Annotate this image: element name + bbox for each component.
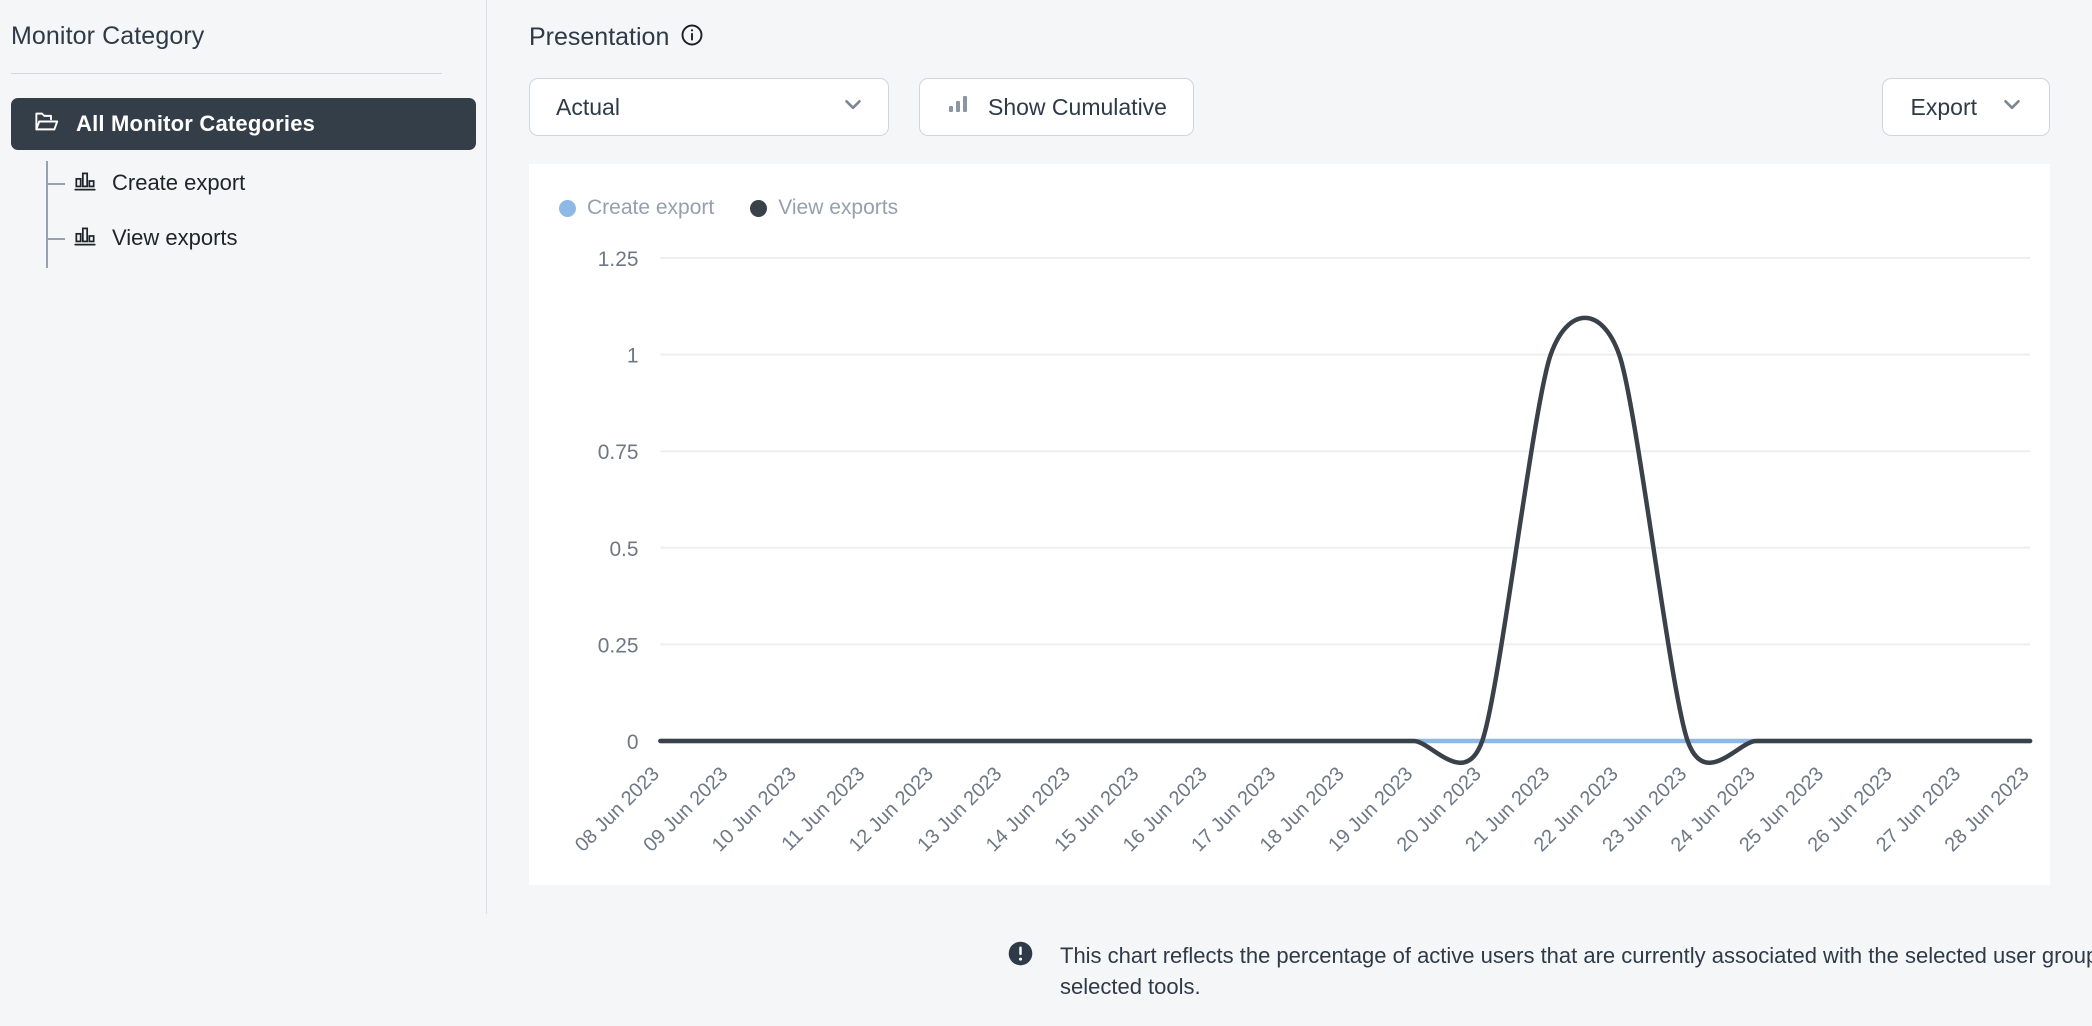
sidebar-item-label: Create export — [112, 170, 246, 195]
chart-plot-area: 0 0.25 0.5 0.75 1 1.25 08 Jun 2023 09 Jun 2023 1… — [529, 236, 2050, 885]
legend-color-swatch — [559, 199, 576, 217]
legend-color-swatch — [750, 199, 768, 217]
y-axis-tick-label: 0 — [627, 731, 639, 754]
sidebar-item-all-monitor-categories[interactable]: All Monitor Categories — [11, 98, 476, 150]
info-circle-icon[interactable] — [680, 23, 704, 52]
legend-item-create-export[interactable]: Create export — [559, 196, 714, 220]
sidebar-divider — [11, 73, 442, 74]
export-button-label: Export — [1910, 93, 1977, 120]
sidebar-item-label: All Monitor Categories — [76, 111, 316, 136]
presentation-select-value: Actual — [556, 93, 620, 120]
export-button[interactable]: Export — [1881, 78, 2050, 136]
chevron-down-icon — [1999, 91, 2025, 123]
show-cumulative-button[interactable]: Show Cumulative — [919, 78, 1194, 136]
chart-footnote: This chart reflects the percentage of ac… — [1007, 940, 2092, 1002]
presentation-select[interactable]: Actual — [529, 78, 889, 136]
sidebar: Monitor Category All Monitor Categories — [0, 0, 487, 1026]
y-axis-tick-label: 0.25 — [598, 634, 639, 657]
legend-label: View exports — [778, 196, 899, 219]
chevron-down-icon — [840, 91, 866, 123]
y-axis-tick-label: 0.75 — [598, 441, 639, 464]
y-axis-tick-label: 1.25 — [598, 248, 639, 271]
y-axis-tick-label: 0.5 — [609, 538, 638, 561]
monitor-category-tree: All Monitor Categories Create export Vie… — [0, 98, 487, 268]
bar-chart-icon — [946, 92, 970, 122]
bar-chart-icon — [72, 223, 98, 254]
chart-line-view-exports — [658, 315, 2033, 765]
legend-label: Create export — [587, 196, 715, 219]
sidebar-item-label: View exports — [112, 225, 238, 250]
sidebar-item-create-export[interactable]: Create export — [46, 161, 476, 205]
line-chart-svg[interactable]: 00.250.50.7511.2508 Jun 202309 Jun 20231… — [529, 236, 2050, 885]
footnote-text: This chart reflects the percentage of ac… — [1060, 943, 2092, 1000]
legend-item-view-exports[interactable]: View exports — [750, 196, 898, 220]
main-content: Presentation Actual Show Cumulative Expo… — [487, 0, 2092, 1026]
y-axis-tick-label: 1 — [627, 345, 639, 368]
bar-chart-icon — [72, 168, 98, 199]
tree-children: Create export View exports — [11, 161, 476, 268]
sidebar-title: Monitor Category — [11, 22, 205, 50]
chart-toolbar: Actual Show Cumulative Export — [529, 78, 2092, 136]
panel-header: Presentation — [529, 18, 2092, 56]
sidebar-item-view-exports[interactable]: View exports — [46, 216, 476, 260]
chart-card: Create export View exports 0 0.25 0.5 0.75 1… — [529, 164, 2050, 885]
show-cumulative-label: Show Cumulative — [988, 93, 1167, 120]
folder-open-icon — [33, 108, 60, 140]
page-title: Presentation — [529, 22, 670, 51]
exclamation-circle-icon — [1007, 940, 1034, 972]
app-root: Monitor Category All Monitor Categories — [0, 0, 2092, 1026]
chart-legend: Create export View exports — [529, 164, 2050, 220]
